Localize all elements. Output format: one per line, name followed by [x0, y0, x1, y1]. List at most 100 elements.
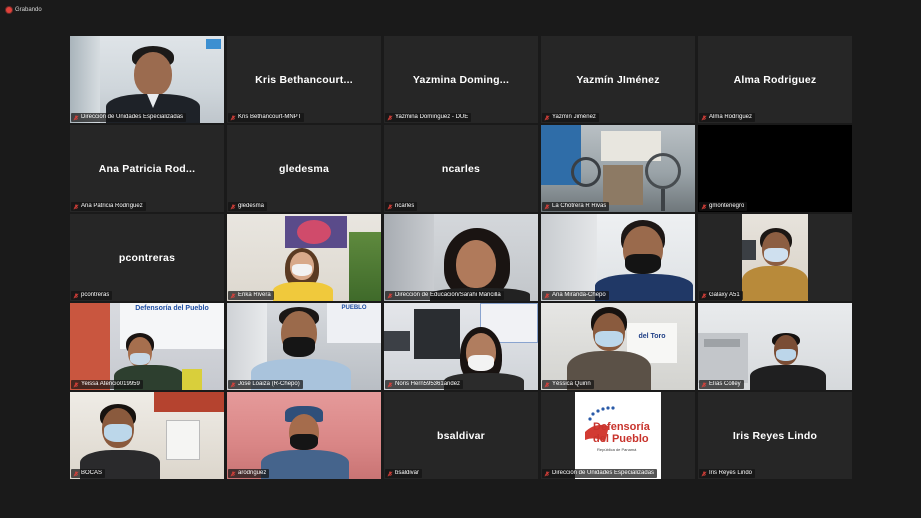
mic-muted-icon — [701, 470, 707, 476]
participant-label: arodriguez — [228, 469, 270, 478]
participant-label: ncarles — [385, 202, 418, 211]
mic-muted-icon — [73, 381, 79, 387]
banner-text: del Toro — [638, 333, 666, 340]
mic-muted-icon — [701, 203, 707, 209]
recording-label: Grabando — [15, 7, 42, 13]
video-grid: Dirección de Unidades Especializadas Kri… — [70, 36, 852, 479]
participant-name: Yazmín JIménez — [576, 73, 660, 86]
participant-tile-19[interactable]: Elías Colley — [698, 303, 852, 390]
participant-tile-6[interactable]: gledesma gledesma — [227, 125, 381, 212]
participant-label: Elías Colley — [699, 380, 744, 389]
participant-label: Iris Reyes Lindo — [699, 469, 756, 478]
participant-name: gledesma — [278, 162, 330, 175]
logo-text-2: del Pueblo — [593, 433, 649, 445]
participant-label: Dirección de Unidades Especializadas — [71, 113, 187, 122]
mic-muted-icon — [387, 203, 393, 209]
mic-muted-icon — [230, 470, 236, 476]
participant-name: Yazmina Doming... — [412, 73, 510, 86]
participant-tile-3[interactable]: Yazmín JIménez Yazmín Jiménez — [541, 36, 695, 123]
participant-label: Erika Rivera — [228, 291, 274, 300]
participant-label: Ana Patricia Rodríguez — [71, 202, 146, 211]
mic-muted-icon — [230, 381, 236, 387]
mic-muted-icon — [544, 114, 550, 120]
participant-label: Ana Miranda-Chepo — [542, 291, 609, 300]
participant-video — [384, 214, 538, 301]
mic-muted-icon — [701, 381, 707, 387]
participant-label: Yéssica Quinn — [542, 380, 594, 389]
participant-video — [541, 125, 695, 212]
participant-tile-23[interactable]: Defensoría del Pueblo República de Panam… — [541, 392, 695, 479]
participant-name: ncarles — [441, 162, 481, 175]
participant-label: Yazmín Jiménez — [542, 113, 599, 122]
mic-muted-icon — [387, 470, 393, 476]
participant-video: del Toro — [541, 303, 695, 390]
mic-muted-icon — [387, 114, 393, 120]
participant-label: pcontreras — [71, 291, 113, 300]
participant-video — [384, 303, 538, 390]
banner-text: PUEBLO — [341, 305, 367, 311]
participant-video: Defensoría del Pueblo — [70, 303, 224, 390]
participant-label: La Chotrera R Rivas — [542, 202, 610, 211]
participant-tile-7[interactable]: ncarles ncarles — [384, 125, 538, 212]
participant-label: bsaldivar — [385, 469, 423, 478]
participant-label: Noris Hern595361andez — [385, 380, 464, 389]
participant-name: pcontreras — [118, 251, 176, 264]
participant-label: gmontenegro — [699, 202, 748, 211]
participant-video — [70, 36, 224, 123]
mic-muted-icon — [387, 381, 393, 387]
participant-label: José Loaiza (R-Chepo) — [228, 380, 303, 389]
participant-name: bsaldivar — [437, 429, 485, 442]
recording-indicator: Grabando — [6, 5, 42, 15]
mic-muted-icon — [544, 203, 550, 209]
participant-tile-18[interactable]: del Toro Yéssica Quinn — [541, 303, 695, 390]
participant-tile-10[interactable]: pcontreras pcontreras — [70, 214, 224, 301]
participant-tile-15[interactable]: Defensoría del Pueblo Yeissa Atencio0199… — [70, 303, 224, 390]
mic-muted-icon — [73, 470, 79, 476]
participant-video — [742, 214, 808, 301]
mic-muted-icon — [230, 114, 236, 120]
participant-video — [70, 392, 224, 479]
mic-muted-icon — [544, 292, 550, 298]
participant-video — [541, 214, 695, 301]
participant-name: Ana Patricia Rod... — [98, 162, 196, 175]
participant-tile-24[interactable]: Iris Reyes Lindo Iris Reyes Lindo — [698, 392, 852, 479]
participant-tile-2[interactable]: Yazmina Doming... Yazmina Domínguez - DU… — [384, 36, 538, 123]
mic-muted-icon — [544, 381, 550, 387]
banner-text: Defensoría del Pueblo — [135, 305, 209, 312]
participant-tile-13[interactable]: Ana Miranda-Chepo — [541, 214, 695, 301]
participant-video — [227, 214, 381, 301]
mic-muted-icon — [230, 292, 236, 298]
participant-tile-1[interactable]: Kris Bethancourt... Kris Bethancourt-MNP… — [227, 36, 381, 123]
participant-label: Dirección de Unidades Especializadas — [542, 469, 658, 478]
mic-muted-icon — [73, 203, 79, 209]
participant-tile-21[interactable]: arodriguez — [227, 392, 381, 479]
mic-muted-icon — [544, 470, 550, 476]
participant-tile-5[interactable]: Ana Patricia Rod... Ana Patricia Rodrígu… — [70, 125, 224, 212]
participant-tile-0[interactable]: Dirección de Unidades Especializadas — [70, 36, 224, 123]
participant-tile-14[interactable]: Galaxy A51 — [698, 214, 852, 301]
participant-tile-20[interactable]: BOCAS — [70, 392, 224, 479]
participant-tile-8[interactable]: La Chotrera R Rivas — [541, 125, 695, 212]
mic-muted-icon — [701, 114, 707, 120]
recording-dot-icon — [6, 7, 12, 13]
participant-tile-17[interactable]: Noris Hern595361andez — [384, 303, 538, 390]
participant-name: Alma Rodriguez — [733, 73, 817, 86]
participant-name: Iris Reyes Lindo — [732, 429, 818, 442]
participant-tile-9[interactable]: gmontenegro — [698, 125, 852, 212]
mic-muted-icon — [73, 114, 79, 120]
participant-tile-4[interactable]: Alma Rodriguez Alma Rodríguez — [698, 36, 852, 123]
participant-video — [227, 392, 381, 479]
logo-text-1: Defensoría — [593, 421, 650, 433]
mic-muted-icon — [73, 292, 79, 298]
participant-label: Yeissa Atencio019959 — [71, 380, 143, 389]
participant-video: PUEBLO — [227, 303, 381, 390]
participant-label: Yazmina Domínguez - DUE — [385, 113, 472, 122]
mic-muted-icon — [230, 203, 236, 209]
participant-label: BOCAS — [71, 469, 106, 478]
participant-tile-12[interactable]: Dirección de Educación/Sarahi Mancilla — [384, 214, 538, 301]
participant-label: Alma Rodríguez — [699, 113, 756, 122]
participant-tile-16[interactable]: PUEBLO José Loaiza (R-Chepo) — [227, 303, 381, 390]
participant-tile-11[interactable]: Erika Rivera — [227, 214, 381, 301]
participant-tile-22[interactable]: bsaldivar bsaldivar — [384, 392, 538, 479]
participant-label: Kris Bethancourt-MNPT — [228, 113, 305, 122]
